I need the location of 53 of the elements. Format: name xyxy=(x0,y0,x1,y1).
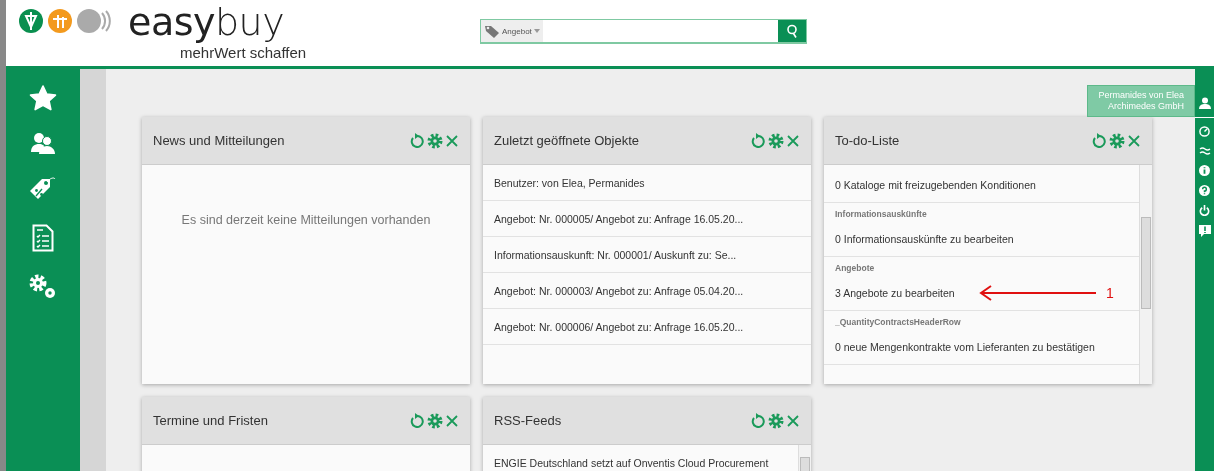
todo-group-heading: Informationsauskünfte xyxy=(835,209,928,219)
close-icon[interactable] xyxy=(1128,134,1140,147)
recent-object-link[interactable]: Benutzer: von Elea, Permanides xyxy=(483,165,811,201)
widget-title: Zuletzt geöffnete Objekte xyxy=(494,133,640,148)
annotation-number: 1 xyxy=(1106,285,1114,301)
recent-object-link[interactable]: Angebot: Nr. 000005/ Angebot zu: Anfrage 16.05.20... xyxy=(483,201,811,237)
settings-icon[interactable] xyxy=(768,132,784,149)
todo-item[interactable]: 0 neue Mengenkontrakte vom Lieferanten zu bestätigen xyxy=(835,341,1095,353)
widget-title: Termine und Fristen xyxy=(153,413,268,428)
close-icon[interactable] xyxy=(787,414,799,427)
todo-group-heading: _QuantityContractsHeaderRow xyxy=(835,317,962,327)
search-field[interactable]: Angebot xyxy=(480,19,807,44)
settings-icon[interactable] xyxy=(427,412,443,429)
close-icon[interactable] xyxy=(787,134,799,147)
star-icon[interactable] xyxy=(29,85,57,111)
users-icon[interactable] xyxy=(30,132,56,154)
gears-icon[interactable] xyxy=(28,273,58,301)
settings-icon[interactable] xyxy=(427,132,443,149)
recent-object-link[interactable]: Angebot: Nr. 000003/ Angebot zu: Anfrage 05.04.20... xyxy=(483,273,811,309)
todo-item[interactable]: 0 Informationsauskünfte zu bearbeiten xyxy=(835,233,1014,245)
todo-item[interactable]: 3 Angebote zu bearbeiten xyxy=(835,287,955,299)
refresh-icon[interactable] xyxy=(751,133,765,148)
speedometer-icon[interactable] xyxy=(1199,126,1210,137)
checklist-document-icon[interactable] xyxy=(32,224,54,252)
refresh-icon[interactable] xyxy=(410,413,424,428)
todo-group-heading: Angebote xyxy=(835,263,876,273)
help-icon[interactable] xyxy=(1199,185,1210,196)
info-icon[interactable] xyxy=(1199,165,1210,176)
search-button[interactable] xyxy=(778,20,806,42)
settings-icon[interactable] xyxy=(1109,132,1125,149)
category-dropdown[interactable]: Angebot xyxy=(481,20,543,42)
empty-message: Es sind derzeit keine Mitteilungen vorhanden xyxy=(180,212,432,227)
caret-icon xyxy=(533,29,540,33)
close-icon[interactable] xyxy=(446,414,458,427)
recent-object-link[interactable]: Informationsauskunft: Nr. 000001/ Auskunft zu: Se... xyxy=(483,237,811,273)
close-icon[interactable] xyxy=(446,134,458,147)
user-icon[interactable] xyxy=(1198,97,1211,109)
settings-icon[interactable] xyxy=(768,412,784,429)
refresh-icon[interactable] xyxy=(1092,133,1106,148)
todo-item[interactable]: 0 Kataloge mit freizugebenden Konditionen xyxy=(835,179,1036,191)
power-icon[interactable] xyxy=(1199,205,1210,216)
scrollbar[interactable] xyxy=(1139,165,1152,384)
feedback-icon[interactable] xyxy=(1198,225,1211,237)
tags-icon xyxy=(484,24,500,38)
widget-title: News und Mitteilungen xyxy=(153,133,285,148)
refresh-icon[interactable] xyxy=(751,413,765,428)
tagline: mehrWert schaffen xyxy=(180,44,307,61)
refresh-icon[interactable] xyxy=(410,133,424,148)
widget-title: RSS-Feeds xyxy=(494,413,562,428)
widget-title: To-do-Liste xyxy=(835,133,900,148)
recent-object-link[interactable]: Angebot: Nr. 000006/ Angebot zu: Anfrage 16.05.20... xyxy=(483,309,811,345)
wave-icon[interactable] xyxy=(1198,146,1211,156)
search-icon xyxy=(786,24,798,38)
